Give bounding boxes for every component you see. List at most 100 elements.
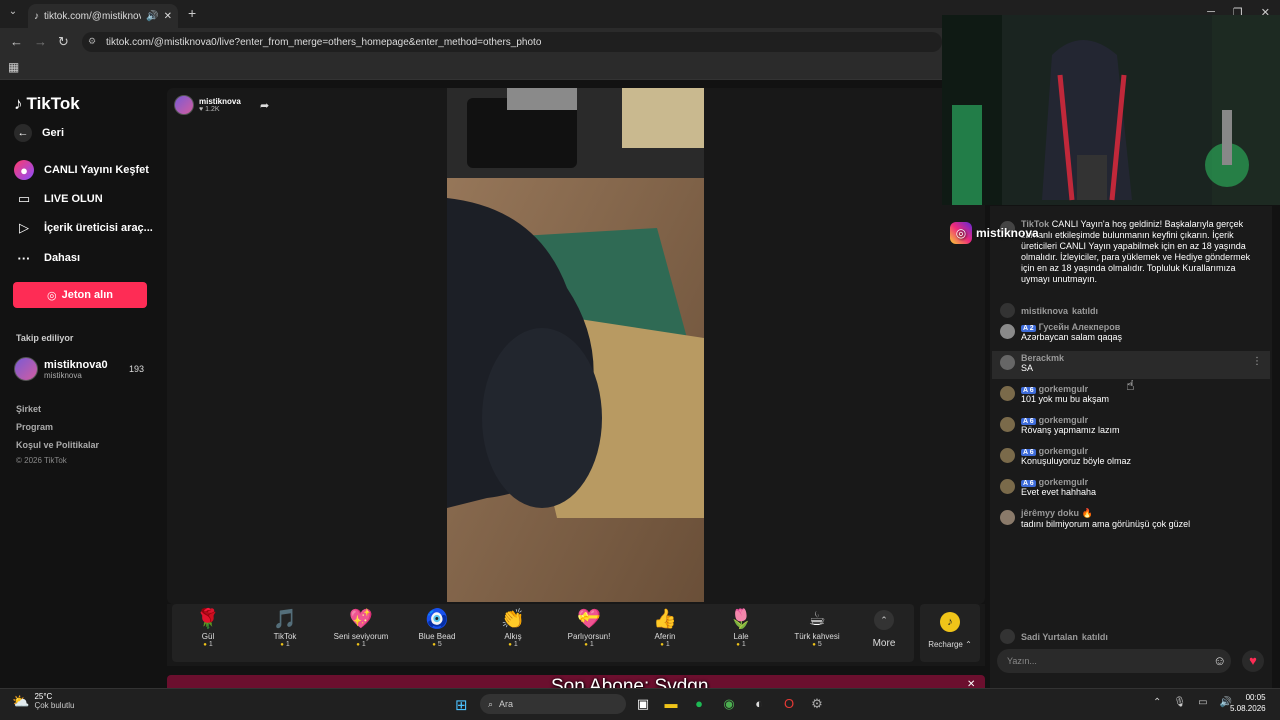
- chat-user[interactable]: Гусейн Алекперов: [1039, 322, 1121, 332]
- get-coins-button[interactable]: ◎ Jeton alın: [13, 282, 147, 308]
- apps-grid-icon[interactable]: ▦: [8, 60, 19, 74]
- gift-item[interactable]: 🧿 Blue Bead5: [402, 608, 472, 658]
- flame-icon: 🔥: [1081, 508, 1093, 518]
- tulip-icon: 🌷: [729, 609, 753, 630]
- more-gifts-button[interactable]: ⌃ More: [866, 610, 902, 649]
- forward-arrow-icon[interactable]: →: [34, 34, 47, 49]
- reload-icon[interactable]: ↻: [58, 34, 69, 50]
- chat-user[interactable]: gorkemgulr: [1039, 446, 1089, 456]
- new-tab-icon[interactable]: +: [188, 5, 196, 21]
- microphone-icon[interactable]: 🎙: [1173, 697, 1186, 708]
- avatar[interactable]: [1000, 417, 1015, 432]
- chat-user[interactable]: jêrêmyy doku: [1021, 508, 1079, 518]
- tab-title: tiktok.com/@mistiknova0/l: [44, 10, 142, 22]
- creator-tools-icon: ▷: [19, 220, 29, 235]
- cloud-sun-icon: ⛅: [12, 692, 30, 709]
- gift-item[interactable]: 👍 Aferin1: [630, 608, 700, 658]
- browser-tab[interactable]: ♪ tiktok.com/@mistiknova0/l 🔊 ✕: [28, 4, 178, 28]
- footer-link-program[interactable]: Program: [16, 422, 53, 432]
- tiktok-gift-icon: 🎵: [273, 609, 297, 630]
- gift-item[interactable]: 👏 Alkış1: [478, 608, 548, 658]
- back-arrow-icon[interactable]: ←: [10, 34, 23, 49]
- chat-text: tadını bilmiyorum ama görünüşü çok güzel: [1021, 519, 1191, 529]
- recharge-label: Recharge: [928, 640, 963, 649]
- chat-text: Rövanş yapmamız lazım: [1021, 425, 1120, 435]
- gift-item[interactable]: ☕ Türk kahvesi5: [782, 608, 852, 658]
- weather-widget[interactable]: ⛅ 25°C Çok bulutlu: [12, 692, 74, 710]
- task-view-icon[interactable]: ▣: [634, 695, 652, 713]
- nav-label: Dahası: [44, 252, 81, 264]
- tab-search-icon[interactable]: ⌄: [4, 6, 22, 22]
- spotify-icon[interactable]: ●: [690, 695, 708, 713]
- chat-user[interactable]: gorkemgulr: [1039, 477, 1089, 487]
- video-camera-icon: ▭: [17, 191, 31, 206]
- weather-temp: 25°C: [34, 692, 53, 701]
- nav-back[interactable]: ← Geri: [14, 124, 64, 142]
- gift-item[interactable]: 🌷 Lale1: [706, 608, 776, 658]
- app-icon[interactable]: ◐: [750, 695, 768, 713]
- chat-user[interactable]: Berackmk: [1021, 353, 1266, 363]
- chat-user[interactable]: Sadi Yurtalan: [1021, 632, 1078, 642]
- chat-user[interactable]: gorkemgulr: [1039, 384, 1089, 394]
- windows-start-icon[interactable]: ⊞: [455, 696, 468, 714]
- logo-text: TikTok: [26, 94, 80, 113]
- gift-item[interactable]: 🎵 TikTok1: [250, 608, 320, 658]
- chat-user[interactable]: mistiknova: [1021, 306, 1068, 316]
- gift-name: Aferin: [654, 632, 676, 641]
- taskbar-search-label: Ara: [499, 699, 514, 709]
- site-info-icon[interactable]: ⚙: [88, 36, 96, 47]
- tab-audio-icon[interactable]: 🔊: [146, 11, 158, 22]
- like-heart-button[interactable]: ♥: [1242, 650, 1264, 672]
- coin-icon: ♪: [940, 612, 960, 632]
- live-video[interactable]: [447, 88, 704, 602]
- chevron-up-icon: ⌃: [874, 610, 894, 630]
- avatar[interactable]: [1000, 510, 1015, 525]
- tray-chevron-icon[interactable]: ⌃: [1153, 697, 1161, 708]
- avatar[interactable]: [1000, 386, 1015, 401]
- gift-price: 1: [326, 641, 396, 648]
- nav-explore-live[interactable]: ● CANLI Yayını Keşfet: [14, 160, 149, 180]
- chevron-up-icon: ⌃: [965, 640, 972, 649]
- clock[interactable]: 00:05 5.08.2026: [1230, 692, 1266, 714]
- chrome-icon[interactable]: ◉: [720, 695, 738, 713]
- tab-close-icon[interactable]: ✕: [164, 11, 172, 22]
- copyright: © 2026 TikTok: [16, 456, 67, 465]
- footer-link-terms[interactable]: Koşul ve Politikalar: [16, 440, 99, 450]
- host-name: mistiknova: [199, 97, 241, 106]
- avatar[interactable]: [1000, 479, 1015, 494]
- gift-price: 5: [402, 641, 472, 648]
- level-badge: A 6: [1021, 387, 1036, 394]
- share-icon[interactable]: ➦: [260, 99, 269, 112]
- opera-icon[interactable]: O: [780, 695, 798, 713]
- host-info[interactable]: mistiknova ♥ 1.2K: [174, 95, 241, 115]
- avatar[interactable]: [1000, 324, 1015, 339]
- nav-more[interactable]: ··· Dahası: [14, 248, 81, 268]
- network-icon[interactable]: ▭: [1198, 697, 1207, 708]
- clock-time: 00:05: [1245, 693, 1266, 702]
- shine-heart-icon: 💝: [577, 609, 601, 630]
- nav-creator-tools[interactable]: ▷ İçerik üreticisi araç...: [14, 218, 153, 238]
- settings-gear-icon[interactable]: ⚙: [808, 695, 826, 713]
- emoji-icon[interactable]: ☺: [1213, 653, 1226, 668]
- nav-go-live[interactable]: ▭ LIVE OLUN: [14, 189, 103, 209]
- tiktok-logo[interactable]: ♪ TikTok: [14, 94, 80, 114]
- gift-price: 1: [250, 641, 320, 648]
- level-badge: A 6: [1021, 418, 1036, 425]
- nav-label: CANLI Yayını Keşfet: [44, 164, 149, 176]
- gift-item[interactable]: 💝 Parlıyorsun!1: [554, 608, 624, 658]
- taskbar-search[interactable]: ⌕ Ara: [480, 694, 626, 714]
- file-explorer-icon[interactable]: ▬: [662, 695, 680, 713]
- more-options-icon[interactable]: ⋮: [1252, 356, 1262, 367]
- footer-link-company[interactable]: Şirket: [16, 404, 41, 414]
- gift-item[interactable]: 🌹 Gül1: [173, 608, 243, 658]
- recharge-button[interactable]: ♪ Recharge ⌃: [920, 604, 980, 662]
- weather-desc: Çok bulutlu: [34, 701, 75, 710]
- chat-input[interactable]: Yazın...: [997, 649, 1231, 673]
- nav-label: LIVE OLUN: [44, 193, 103, 205]
- gift-item[interactable]: 💖 Seni seviyorum1: [326, 608, 396, 658]
- host-avatar: [174, 95, 194, 115]
- chat-user[interactable]: gorkemgulr: [1039, 415, 1089, 425]
- avatar[interactable]: [1000, 355, 1015, 370]
- url-input[interactable]: tiktok.com/@mistiknova0/live?enter_from_…: [82, 32, 942, 52]
- avatar[interactable]: [1000, 448, 1015, 463]
